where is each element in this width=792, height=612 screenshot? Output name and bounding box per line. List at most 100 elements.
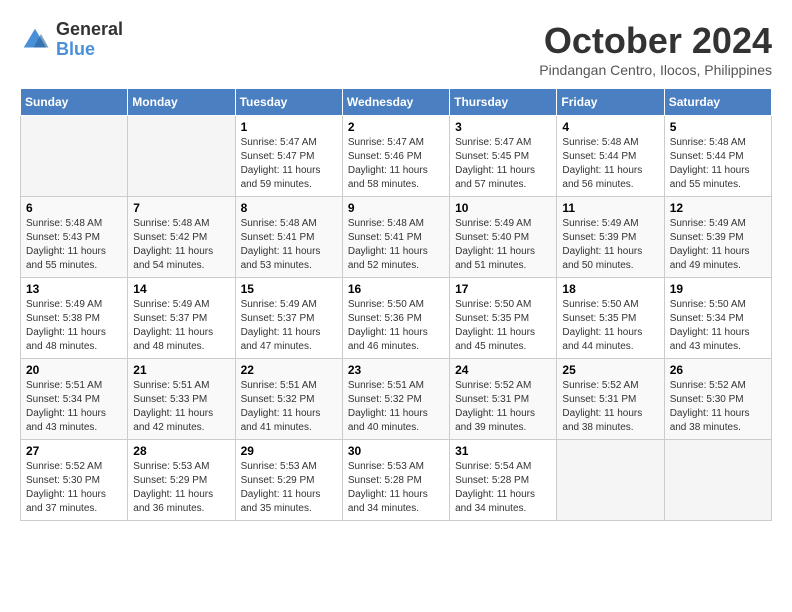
calendar-day-cell [557,440,664,521]
calendar-day-cell: 25Sunrise: 5:52 AMSunset: 5:31 PMDayligh… [557,359,664,440]
calendar-day-cell: 17 Sunrise: 5:50 AMSunset: 5:35 PMDayligh… [450,278,557,359]
day-of-week-header: Wednesday [342,89,449,116]
day-number: 8 [241,201,337,215]
day-number: 23 [348,363,444,377]
day-info: Sunrise: 5:50 AMSunset: 5:34 PMDaylight:… [670,298,766,354]
page-header: General Blue October 2024 Pindangan Cent… [20,20,772,78]
day-number: 12 [670,201,766,215]
day-number: 11 [562,201,658,215]
logo-text: General Blue [56,20,123,60]
day-info: Sunrise: 5:50 AMSunset: 5:35 PMDaylight:… [455,298,551,354]
day-number: 22 [241,363,337,377]
calendar-week-row: 27 Sunrise: 5:52 AMSunset: 5:30 PMDayligh… [21,440,772,521]
logo-blue: Blue [56,40,123,60]
calendar-day-cell: 30 Sunrise: 5:53 AMSunset: 5:28 PMDayligh… [342,440,449,521]
day-number: 17 [455,282,551,296]
calendar-table: SundayMondayTuesdayWednesdayThursdayFrid… [20,88,772,521]
calendar-day-cell: 4 Sunrise: 5:48 AMSunset: 5:44 PMDaylight… [557,116,664,197]
day-number: 14 [133,282,229,296]
calendar-day-cell: 2 Sunrise: 5:47 AMSunset: 5:46 PMDaylight… [342,116,449,197]
logo-icon [20,25,50,55]
day-info: Sunrise: 5:49 AMSunset: 5:39 PMDaylight:… [562,217,658,273]
day-info: Sunrise: 5:52 AMSunset: 5:31 PMDaylight:… [562,379,658,435]
calendar-day-cell: 26Sunrise: 5:52 AMSunset: 5:30 PMDayligh… [664,359,771,440]
day-of-week-header: Sunday [21,89,128,116]
day-info: Sunrise: 5:48 AMSunset: 5:41 PMDaylight:… [348,217,444,273]
day-number: 9 [348,201,444,215]
logo-general: General [56,20,123,40]
day-info: Sunrise: 5:48 AMSunset: 5:44 PMDaylight:… [670,136,766,192]
calendar-day-cell: 8 Sunrise: 5:48 AMSunset: 5:41 PMDaylight… [235,197,342,278]
day-number: 10 [455,201,551,215]
day-number: 21 [133,363,229,377]
day-info: Sunrise: 5:49 AMSunset: 5:38 PMDaylight:… [26,298,122,354]
day-info: Sunrise: 5:53 AMSunset: 5:28 PMDaylight:… [348,460,444,516]
day-number: 16 [348,282,444,296]
calendar-day-cell: 23Sunrise: 5:51 AMSunset: 5:32 PMDayligh… [342,359,449,440]
day-info: Sunrise: 5:53 AMSunset: 5:29 PMDaylight:… [241,460,337,516]
calendar-week-row: 20Sunrise: 5:51 AMSunset: 5:34 PMDayligh… [21,359,772,440]
day-number: 19 [670,282,766,296]
day-of-week-header: Tuesday [235,89,342,116]
day-info: Sunrise: 5:50 AMSunset: 5:36 PMDaylight:… [348,298,444,354]
calendar-week-row: 1 Sunrise: 5:47 AMSunset: 5:47 PMDaylight… [21,116,772,197]
calendar-day-cell: 11 Sunrise: 5:49 AMSunset: 5:39 PMDayligh… [557,197,664,278]
calendar-day-cell [664,440,771,521]
day-info: Sunrise: 5:53 AMSunset: 5:29 PMDaylight:… [133,460,229,516]
day-info: Sunrise: 5:48 AMSunset: 5:41 PMDaylight:… [241,217,337,273]
calendar-day-cell: 3 Sunrise: 5:47 AMSunset: 5:45 PMDaylight… [450,116,557,197]
day-info: Sunrise: 5:49 AMSunset: 5:37 PMDaylight:… [133,298,229,354]
day-number: 5 [670,120,766,134]
calendar-day-cell: 1 Sunrise: 5:47 AMSunset: 5:47 PMDaylight… [235,116,342,197]
day-number: 31 [455,444,551,458]
day-number: 3 [455,120,551,134]
calendar-week-row: 6Sunrise: 5:48 AMSunset: 5:43 PMDaylight… [21,197,772,278]
day-number: 24 [455,363,551,377]
calendar-day-cell: 5 Sunrise: 5:48 AMSunset: 5:44 PMDaylight… [664,116,771,197]
day-info: Sunrise: 5:49 AMSunset: 5:39 PMDaylight:… [670,217,766,273]
calendar-day-cell: 18 Sunrise: 5:50 AMSunset: 5:35 PMDayligh… [557,278,664,359]
day-info: Sunrise: 5:52 AMSunset: 5:30 PMDaylight:… [26,460,122,516]
day-info: Sunrise: 5:47 AMSunset: 5:46 PMDaylight:… [348,136,444,192]
calendar-day-cell: 13 Sunrise: 5:49 AMSunset: 5:38 PMDayligh… [21,278,128,359]
day-number: 30 [348,444,444,458]
day-info: Sunrise: 5:48 AMSunset: 5:42 PMDaylight:… [133,217,229,273]
day-info: Sunrise: 5:47 AMSunset: 5:45 PMDaylight:… [455,136,551,192]
day-of-week-header: Monday [128,89,235,116]
day-number: 2 [348,120,444,134]
day-number: 29 [241,444,337,458]
calendar-day-cell: 6Sunrise: 5:48 AMSunset: 5:43 PMDaylight… [21,197,128,278]
calendar-day-cell: 14 Sunrise: 5:49 AMSunset: 5:37 PMDayligh… [128,278,235,359]
day-info: Sunrise: 5:48 AMSunset: 5:44 PMDaylight:… [562,136,658,192]
day-info: Sunrise: 5:48 AMSunset: 5:43 PMDaylight:… [26,217,122,273]
day-number: 13 [26,282,122,296]
day-number: 26 [670,363,766,377]
calendar-day-cell: 29 Sunrise: 5:53 AMSunset: 5:29 PMDayligh… [235,440,342,521]
location-subtitle: Pindangan Centro, Ilocos, Philippines [539,62,772,78]
day-info: Sunrise: 5:51 AMSunset: 5:32 PMDaylight:… [241,379,337,435]
calendar-day-cell: 20Sunrise: 5:51 AMSunset: 5:34 PMDayligh… [21,359,128,440]
day-number: 15 [241,282,337,296]
logo: General Blue [20,20,123,60]
calendar-day-cell: 10Sunrise: 5:49 AMSunset: 5:40 PMDayligh… [450,197,557,278]
day-number: 27 [26,444,122,458]
day-info: Sunrise: 5:50 AMSunset: 5:35 PMDaylight:… [562,298,658,354]
month-year-title: October 2024 [539,20,772,62]
day-info: Sunrise: 5:47 AMSunset: 5:47 PMDaylight:… [241,136,337,192]
day-number: 1 [241,120,337,134]
day-info: Sunrise: 5:52 AMSunset: 5:31 PMDaylight:… [455,379,551,435]
calendar-week-row: 13 Sunrise: 5:49 AMSunset: 5:38 PMDayligh… [21,278,772,359]
day-of-week-header: Saturday [664,89,771,116]
calendar-day-cell: 28 Sunrise: 5:53 AMSunset: 5:29 PMDayligh… [128,440,235,521]
day-number: 18 [562,282,658,296]
calendar-header-row: SundayMondayTuesdayWednesdayThursdayFrid… [21,89,772,116]
calendar-day-cell: 9 Sunrise: 5:48 AMSunset: 5:41 PMDaylight… [342,197,449,278]
day-number: 4 [562,120,658,134]
calendar-day-cell: 22 Sunrise: 5:51 AMSunset: 5:32 PMDayligh… [235,359,342,440]
calendar-day-cell: 19 Sunrise: 5:50 AMSunset: 5:34 PMDayligh… [664,278,771,359]
calendar-day-cell: 12 Sunrise: 5:49 AMSunset: 5:39 PMDayligh… [664,197,771,278]
calendar-day-cell [21,116,128,197]
day-number: 28 [133,444,229,458]
calendar-day-cell [128,116,235,197]
day-info: Sunrise: 5:54 AMSunset: 5:28 PMDaylight:… [455,460,551,516]
